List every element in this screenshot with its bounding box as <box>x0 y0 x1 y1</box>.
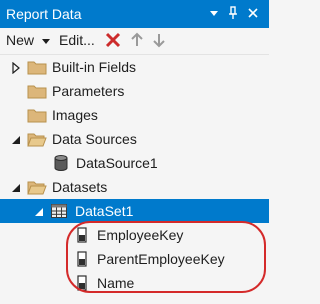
close-icon[interactable] <box>246 5 260 21</box>
arrow-down-icon[interactable] <box>152 31 166 52</box>
tree-item-images[interactable]: Images <box>0 103 269 127</box>
folder-open-icon <box>27 178 47 199</box>
dropdown-icon[interactable] <box>207 5 221 21</box>
pin-icon[interactable] <box>226 5 240 21</box>
new-button[interactable]: New <box>6 32 51 48</box>
toolbar: New Edit... <box>0 28 269 55</box>
arrow-up-icon[interactable] <box>130 31 144 52</box>
folder-open-icon <box>27 130 47 151</box>
tree-item-datasource1[interactable]: DataSource1 <box>0 151 269 175</box>
tree-item-label: DataSet1 <box>75 203 134 219</box>
tree-item-label: Parameters <box>52 83 125 99</box>
collapse-arrow-icon[interactable] <box>33 205 45 217</box>
table-icon <box>50 202 68 223</box>
tree-item-parameters[interactable]: Parameters <box>0 79 269 103</box>
tree-item-label: DataSource1 <box>76 155 158 171</box>
new-label: New <box>6 32 35 48</box>
delete-x-icon[interactable] <box>105 31 121 52</box>
tree-item-label: Built-in Fields <box>52 59 137 75</box>
chevron-down-icon <box>41 39 50 45</box>
tree-item-built-in-fields[interactable]: Built-in Fields <box>0 55 269 79</box>
highlight-oval <box>66 221 266 293</box>
tree-item-label: Data Sources <box>52 131 137 147</box>
collapse-arrow-icon[interactable] <box>10 181 22 193</box>
expand-arrow-icon[interactable] <box>10 61 22 75</box>
tree-item-label: Datasets <box>52 179 108 195</box>
collapse-arrow-icon[interactable] <box>10 133 22 145</box>
tree-item-data-sources[interactable]: Data Sources <box>0 127 269 151</box>
folder-icon <box>27 82 47 103</box>
tree-item-dataset1[interactable]: DataSet1 <box>0 199 269 223</box>
folder-icon <box>27 58 47 79</box>
panel-title: Report Data <box>6 6 82 22</box>
edit-button[interactable]: Edit... <box>59 32 95 48</box>
panel-title-bar: Report Data <box>0 0 269 28</box>
database-icon <box>53 154 69 175</box>
tree-item-label: Images <box>52 107 98 123</box>
folder-icon <box>27 106 47 127</box>
tree-item-datasets[interactable]: Datasets <box>0 175 269 199</box>
